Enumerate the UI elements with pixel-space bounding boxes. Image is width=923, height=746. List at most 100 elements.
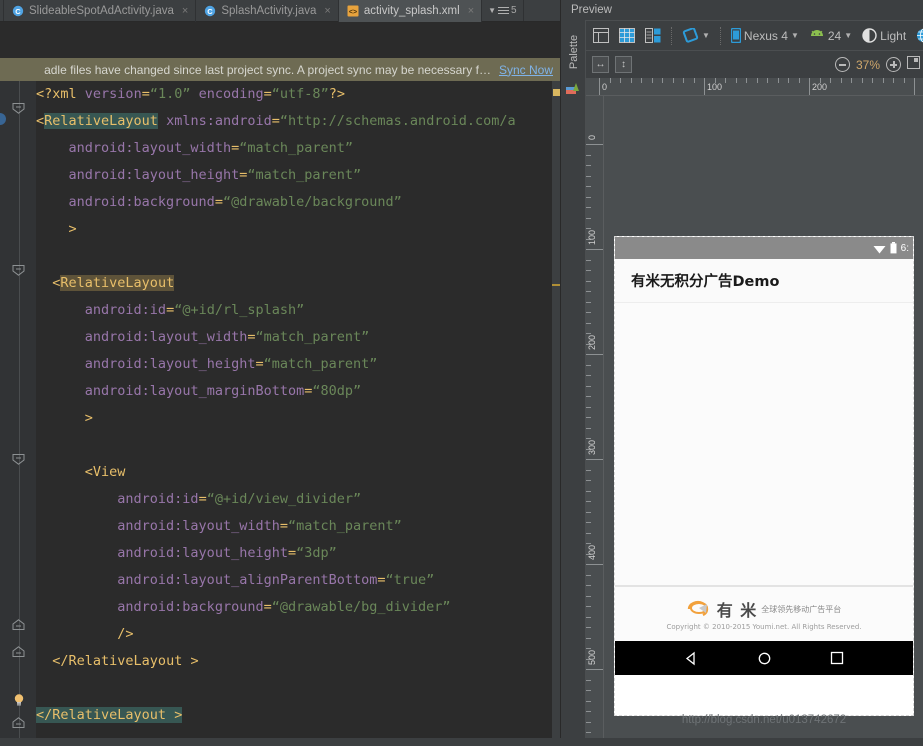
ruler-tick xyxy=(830,78,831,83)
fold-marker-expanded[interactable] xyxy=(12,103,25,114)
palette-icon xyxy=(566,82,581,100)
ruler-tick xyxy=(662,78,663,83)
code-token: > xyxy=(68,221,77,237)
orientation-icon[interactable]: ▼ xyxy=(679,26,713,45)
ruler-tick xyxy=(641,78,642,83)
zoom-in-icon[interactable] xyxy=(886,57,901,72)
fit-width-icon[interactable]: ↔ xyxy=(592,56,609,73)
close-icon[interactable]: × xyxy=(324,5,330,17)
code-line: android:layout_width=“match_parent” xyxy=(36,135,552,162)
ruler-tick xyxy=(704,78,705,95)
layout-preview-pane: Preview Palette ▼ Nexus 4 ▼ 24 ▼ Light ↔… xyxy=(560,0,923,746)
ruler-tick xyxy=(586,228,591,229)
code-line: </RelativeLayout > xyxy=(36,702,552,729)
fold-marker-collapsed[interactable] xyxy=(12,646,25,657)
blueprint-view-icon[interactable] xyxy=(616,26,638,45)
ruler-tick xyxy=(788,78,789,83)
ruler-tick xyxy=(819,78,821,83)
ruler-tick xyxy=(586,427,591,429)
code-token: = xyxy=(263,86,272,102)
code-line: > xyxy=(36,405,552,432)
editor-gutter[interactable] xyxy=(0,81,36,746)
code-token: “match_parent” xyxy=(263,356,378,372)
ruler-label: 0 xyxy=(602,82,608,92)
ruler-tick xyxy=(746,78,747,83)
ruler-tick xyxy=(735,78,737,83)
zoom-fit-icon[interactable] xyxy=(907,55,920,74)
ruler-label: 100 xyxy=(587,229,597,245)
warning-marker[interactable] xyxy=(553,89,560,96)
code-token: android:id xyxy=(84,302,167,318)
code-line: android:layout_width=“match_parent” xyxy=(36,324,552,351)
close-icon[interactable]: × xyxy=(182,5,188,17)
ruler-label: 200 xyxy=(587,334,597,350)
zoom-level: 37% xyxy=(855,57,880,72)
preview-canvas[interactable]: 6: 有米无积分广告Demo 有 米 全球领先移动广告平台 Copyright … xyxy=(604,96,923,746)
device-screen-preview[interactable]: 6: 有米无积分广告Demo 有 米 全球领先移动广告平台 Copyright … xyxy=(614,236,914,716)
code-line: android:id=“@+id/view_divider” xyxy=(36,486,552,513)
code-token: < xyxy=(84,464,93,480)
both-views-icon[interactable] xyxy=(642,26,664,45)
code-token: = xyxy=(377,572,386,588)
code-token: “@drawable/bg_divider” xyxy=(271,599,451,615)
code-token: “@+id/view_divider” xyxy=(206,491,362,507)
code-line: <?xml version=“1.0” encoding=“utf-8”?> xyxy=(36,81,552,108)
api-level-selector[interactable]: 24 ▼ xyxy=(806,27,855,45)
locale-selector[interactable]: Lang xyxy=(913,26,923,45)
change-marker xyxy=(552,284,560,286)
fold-marker-expanded[interactable] xyxy=(12,454,25,465)
editor-tab-label: SlideableSpotAdActivity.java xyxy=(29,5,174,17)
ruler-tick xyxy=(586,627,591,628)
code-line: > xyxy=(36,216,552,243)
code-line: android:layout_height=“3dp” xyxy=(36,540,552,567)
zoom-out-icon[interactable] xyxy=(834,57,850,72)
ruler-tick xyxy=(756,78,758,83)
preview-zoom-bar: ↔ ↕ 37% xyxy=(586,50,923,78)
ruler-tick xyxy=(630,78,632,83)
device-selector[interactable]: Nexus 4 ▼ xyxy=(728,26,802,45)
editor-tab-label: SplashActivity.java xyxy=(221,5,317,17)
code-token: “80dp” xyxy=(312,383,362,399)
editor-marker-strip[interactable] xyxy=(552,81,560,746)
zoom-controls: 37% xyxy=(834,55,923,74)
youmi-logo-row: 有 米 全球领先移动广告平台 xyxy=(687,597,841,621)
notification-text: adle files have changed since last proje… xyxy=(44,62,491,77)
tab-overflow-control[interactable]: ▼ 5 xyxy=(482,0,524,21)
fold-marker-collapsed[interactable] xyxy=(12,619,25,630)
fit-height-icon[interactable]: ↕ xyxy=(615,56,632,73)
fold-marker-expanded[interactable] xyxy=(12,265,25,276)
palette-rail[interactable]: Palette xyxy=(561,20,586,746)
code-token: “match_parent” xyxy=(287,518,402,534)
ruler-tick xyxy=(683,78,684,83)
code-line: android:layout_width=“match_parent” xyxy=(36,513,552,540)
intention-bulb-icon[interactable] xyxy=(12,693,26,707)
design-view-icon[interactable] xyxy=(590,26,612,45)
youmi-logo-text: 有 米 xyxy=(716,601,758,620)
code-editor-pane: C SlideableSpotAdActivity.java × C Splas… xyxy=(0,0,560,746)
code-token: > xyxy=(182,653,199,669)
xml-source-code[interactable]: <?xml version=“1.0” encoding=“utf-8”?> <R… xyxy=(36,81,552,746)
editor-tab-activity-splash-xml[interactable]: <> activity_splash.xml × xyxy=(338,0,483,22)
close-icon[interactable]: × xyxy=(468,5,474,17)
editor-tab-slideablespotadactivity[interactable]: C SlideableSpotAdActivity.java × xyxy=(4,0,197,22)
ruler-label: 100 xyxy=(707,82,723,92)
palette-label[interactable]: Palette xyxy=(568,24,580,80)
theme-selector[interactable]: Light xyxy=(859,26,909,45)
ruler-tick xyxy=(586,585,591,586)
code-token: xml xyxy=(52,86,77,102)
code-token: “http://schemas.android.com/a xyxy=(279,113,516,129)
editor-tab-splashactivity[interactable]: C SplashActivity.java × xyxy=(196,0,339,22)
sync-now-link[interactable]: Sync Now xyxy=(499,63,553,77)
app-content-area: 有 米 全球领先移动广告平台 Copyright © 2010-2015 You… xyxy=(615,303,913,641)
fold-marker-collapsed[interactable] xyxy=(12,717,25,728)
ruler-label: 0 xyxy=(587,134,597,140)
ruler-tick xyxy=(586,196,591,198)
horizontal-ruler: 0 100 200 xyxy=(586,78,923,96)
app-footer-branding: 有 米 全球领先移动广告平台 Copyright © 2010-2015 You… xyxy=(615,585,913,641)
toolbar-separator xyxy=(671,26,672,45)
